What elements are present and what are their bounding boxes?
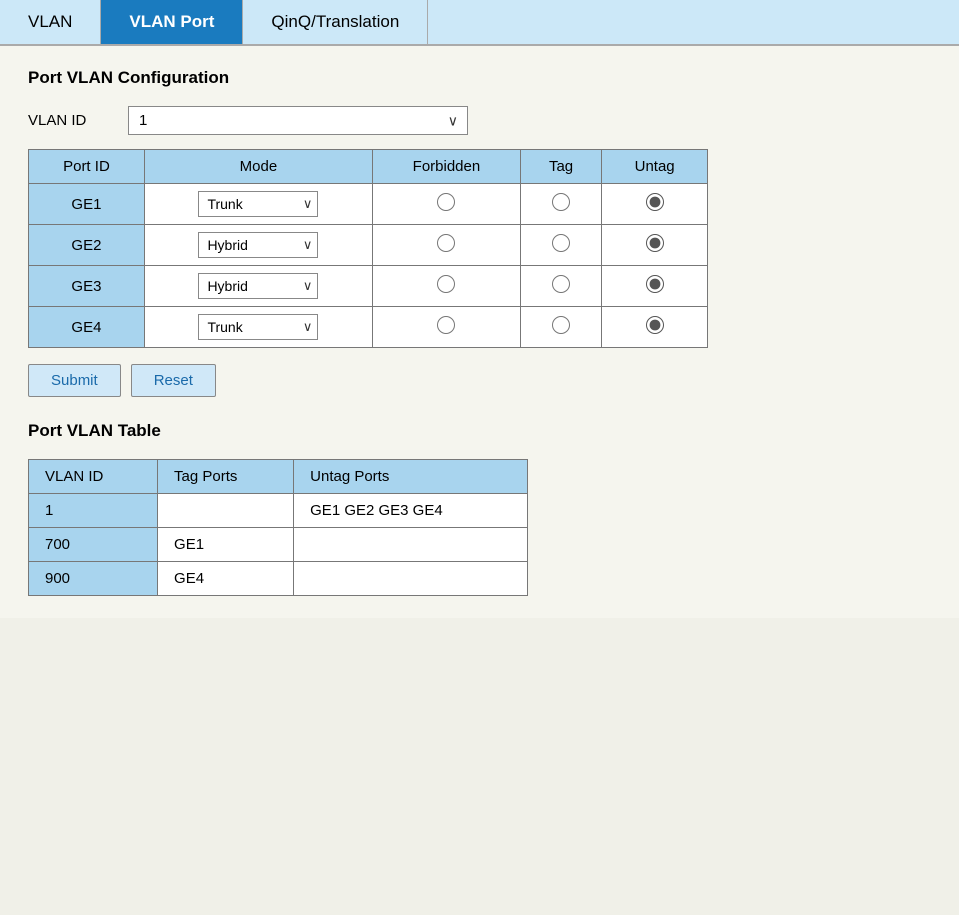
vlan-id-select[interactable]: 1 700 900 <box>128 106 468 135</box>
col-header-mode: Mode <box>144 150 372 184</box>
port-id-cell: GE2 <box>29 225 145 266</box>
list-item: 900GE4 <box>29 562 528 596</box>
vlan-table-header-row: VLAN ID Tag Ports Untag Ports <box>29 460 528 494</box>
mode-select[interactable]: AccessTrunkHybrid <box>198 191 318 217</box>
table-row: GE2 AccessTrunkHybrid <box>29 225 708 266</box>
tag-radio[interactable] <box>552 275 570 293</box>
config-section-title: Port VLAN Configuration <box>28 68 931 88</box>
tag-radio[interactable] <box>552 234 570 252</box>
reset-button[interactable]: Reset <box>131 364 216 397</box>
vlan-id-label: VLAN ID <box>28 112 108 129</box>
tab-bar: VLAN VLAN Port QinQ/Translation <box>0 0 959 46</box>
config-table-header-row: Port ID Mode Forbidden Tag Untag <box>29 150 708 184</box>
vlan-id-wrapper: 1 700 900 <box>128 106 468 135</box>
vlan-id-col: 700 <box>29 528 158 562</box>
forbidden-cell <box>373 184 521 225</box>
vlan-id-col: 1 <box>29 494 158 528</box>
vlan-table-col-tagports: Tag Ports <box>158 460 294 494</box>
config-table: Port ID Mode Forbidden Tag Untag GE1 Acce… <box>28 149 708 348</box>
tag-radio[interactable] <box>552 193 570 211</box>
mode-select[interactable]: AccessTrunkHybrid <box>198 232 318 258</box>
submit-button[interactable]: Submit <box>28 364 121 397</box>
button-row: Submit Reset <box>28 364 931 397</box>
port-id-cell: GE1 <box>29 184 145 225</box>
untag-cell <box>602 225 708 266</box>
tab-qinq[interactable]: QinQ/Translation <box>243 0 428 44</box>
list-item: 1 GE1 GE2 GE3 GE4 <box>29 494 528 528</box>
forbidden-cell <box>373 266 521 307</box>
col-header-untag: Untag <box>602 150 708 184</box>
tag-cell <box>520 307 601 348</box>
vlan-id-col: 900 <box>29 562 158 596</box>
mode-cell: AccessTrunkHybrid <box>144 184 372 225</box>
table-section-title: Port VLAN Table <box>28 421 931 441</box>
vlan-id-row: VLAN ID 1 700 900 <box>28 106 931 135</box>
port-id-cell: GE4 <box>29 307 145 348</box>
forbidden-cell <box>373 225 521 266</box>
tag-ports-col: GE4 <box>158 562 294 596</box>
tag-cell <box>520 225 601 266</box>
tag-cell <box>520 184 601 225</box>
forbidden-radio[interactable] <box>437 193 455 211</box>
tag-ports-col <box>158 494 294 528</box>
forbidden-radio[interactable] <box>437 275 455 293</box>
untag-radio[interactable] <box>646 193 664 211</box>
tab-vlan-port[interactable]: VLAN Port <box>101 0 243 44</box>
col-header-forbidden: Forbidden <box>373 150 521 184</box>
untag-ports-col: GE1 GE2 GE3 GE4 <box>294 494 528 528</box>
untag-ports-col <box>294 562 528 596</box>
port-id-cell: GE3 <box>29 266 145 307</box>
vlan-table: VLAN ID Tag Ports Untag Ports 1 GE1 GE2 G… <box>28 459 528 596</box>
forbidden-radio[interactable] <box>437 234 455 252</box>
list-item: 700GE1 <box>29 528 528 562</box>
untag-cell <box>602 266 708 307</box>
main-content: Port VLAN Configuration VLAN ID 1 700 90… <box>0 46 959 618</box>
tag-ports-col: GE1 <box>158 528 294 562</box>
col-header-tag: Tag <box>520 150 601 184</box>
forbidden-cell <box>373 307 521 348</box>
untag-ports-col <box>294 528 528 562</box>
untag-radio[interactable] <box>646 316 664 334</box>
untag-cell <box>602 184 708 225</box>
mode-select[interactable]: AccessTrunkHybrid <box>198 314 318 340</box>
vlan-table-col-vlanid: VLAN ID <box>29 460 158 494</box>
untag-radio[interactable] <box>646 234 664 252</box>
mode-cell: AccessTrunkHybrid <box>144 225 372 266</box>
forbidden-radio[interactable] <box>437 316 455 334</box>
col-header-port-id: Port ID <box>29 150 145 184</box>
table-row: GE1 AccessTrunkHybrid <box>29 184 708 225</box>
vlan-table-col-untagports: Untag Ports <box>294 460 528 494</box>
table-row: GE3 AccessTrunkHybrid <box>29 266 708 307</box>
mode-cell: AccessTrunkHybrid <box>144 307 372 348</box>
table-row: GE4 AccessTrunkHybrid <box>29 307 708 348</box>
tag-radio[interactable] <box>552 316 570 334</box>
untag-cell <box>602 307 708 348</box>
tab-vlan[interactable]: VLAN <box>0 0 101 44</box>
untag-radio[interactable] <box>646 275 664 293</box>
mode-select[interactable]: AccessTrunkHybrid <box>198 273 318 299</box>
tag-cell <box>520 266 601 307</box>
mode-cell: AccessTrunkHybrid <box>144 266 372 307</box>
